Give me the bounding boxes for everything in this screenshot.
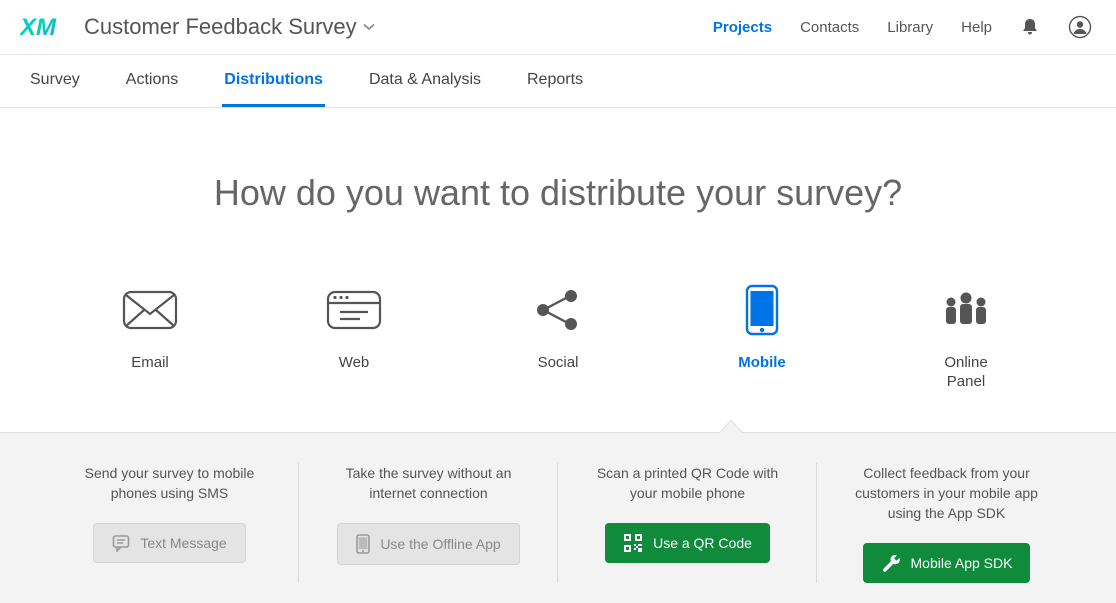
project-title: Customer Feedback Survey <box>84 14 357 40</box>
option-desc: Collect feedback from your customers in … <box>841 463 1052 524</box>
button-label: Mobile App SDK <box>911 555 1013 571</box>
offline-app-button[interactable]: Use the Offline App <box>337 523 519 565</box>
top-nav: Projects Contacts Library Help <box>713 15 1092 39</box>
active-channel-pointer <box>719 419 743 433</box>
social-icon <box>535 284 581 336</box>
option-qr: Scan a printed QR Code with your mobile … <box>558 463 817 584</box>
web-icon <box>326 284 382 336</box>
top-header: XM Customer Feedback Survey Projects Con… <box>0 0 1116 54</box>
channel-label: Mobile <box>738 354 786 373</box>
distribution-channels: Email Web Social Mobile <box>0 284 1116 432</box>
option-sdk: Collect feedback from your customers in … <box>817 463 1076 584</box>
text-message-button[interactable]: Text Message <box>93 523 245 563</box>
project-title-dropdown[interactable]: Customer Feedback Survey <box>84 14 375 40</box>
wrench-icon <box>881 553 901 573</box>
tab-distributions[interactable]: Distributions <box>222 55 325 107</box>
tab-actions[interactable]: Actions <box>124 55 180 107</box>
option-desc: Scan a printed QR Code with your mobile … <box>582 463 793 504</box>
button-label: Use the Offline App <box>380 536 500 552</box>
svg-text:XM: XM <box>20 14 57 40</box>
nav-help[interactable]: Help <box>961 19 992 36</box>
channel-label: Social <box>538 354 579 373</box>
email-icon <box>122 284 178 336</box>
tab-reports[interactable]: Reports <box>525 55 585 107</box>
page-title: How do you want to distribute your surve… <box>0 172 1116 214</box>
panel-icon <box>941 284 991 336</box>
qr-code-button[interactable]: Use a QR Code <box>605 523 770 563</box>
option-desc: Send your survey to mobile phones using … <box>64 463 275 504</box>
nav-library[interactable]: Library <box>887 19 933 36</box>
button-label: Use a QR Code <box>653 535 752 551</box>
mobile-icon <box>745 284 779 336</box>
qr-icon <box>623 533 643 553</box>
channel-online-panel[interactable]: Online Panel <box>922 284 1010 392</box>
nav-projects[interactable]: Projects <box>713 19 772 36</box>
mobile-app-sdk-button[interactable]: Mobile App SDK <box>863 543 1031 583</box>
chat-icon <box>112 534 130 552</box>
option-desc: Take the survey without an internet conn… <box>323 463 534 504</box>
channel-mobile[interactable]: Mobile <box>718 284 806 392</box>
notifications-icon[interactable] <box>1020 17 1040 37</box>
option-sms: Send your survey to mobile phones using … <box>40 463 299 584</box>
tab-bar: Survey Actions Distributions Data & Anal… <box>0 54 1116 108</box>
tab-data-analysis[interactable]: Data & Analysis <box>367 55 483 107</box>
channel-social[interactable]: Social <box>514 284 602 392</box>
tab-survey[interactable]: Survey <box>28 55 82 107</box>
channel-web[interactable]: Web <box>310 284 398 392</box>
channel-label: Online Panel <box>944 354 987 392</box>
option-offline: Take the survey without an internet conn… <box>299 463 558 584</box>
distribution-options-panel: Send your survey to mobile phones using … <box>0 432 1116 603</box>
button-label: Text Message <box>140 535 226 551</box>
account-icon[interactable] <box>1068 15 1092 39</box>
nav-contacts[interactable]: Contacts <box>800 19 859 36</box>
chevron-down-icon <box>363 23 375 31</box>
channel-label: Web <box>339 354 370 373</box>
brand-logo[interactable]: XM <box>20 14 60 40</box>
channel-email[interactable]: Email <box>106 284 194 392</box>
channel-label: Email <box>131 354 169 373</box>
phone-icon <box>356 534 370 554</box>
